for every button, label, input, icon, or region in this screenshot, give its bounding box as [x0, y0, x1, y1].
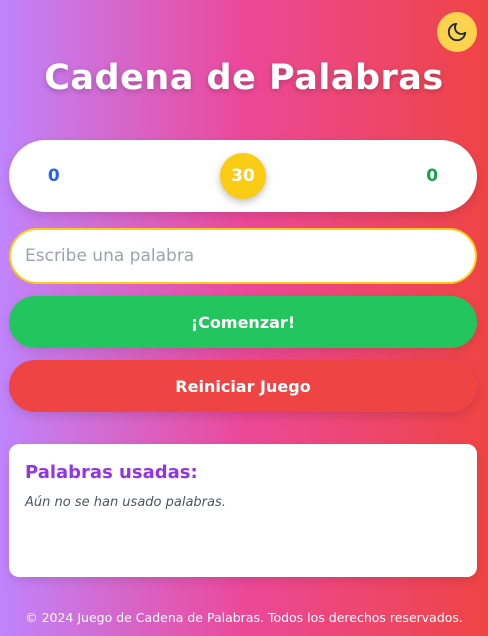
- used-words-empty-message: Aún no se han usado palabras.: [25, 495, 226, 510]
- timer-badge: 30: [220, 153, 266, 199]
- start-button[interactable]: ¡Comenzar!: [9, 296, 477, 348]
- theme-toggle-button[interactable]: [437, 12, 477, 52]
- player1-score: 🐱 0: [21, 166, 60, 186]
- used-words-panel: Palabras usadas: Aún no se han usado pal…: [9, 444, 477, 577]
- player2-score-value: 0: [426, 166, 439, 186]
- moon-icon: [447, 22, 467, 42]
- footer-text: © 2024 Juego de Cadena de Palabras. Todo…: [25, 610, 463, 625]
- used-words-title: Palabras usadas:: [25, 462, 198, 483]
- player2-score: 0 🐱: [426, 166, 465, 186]
- cat-icon: 🐱: [21, 164, 42, 188]
- reset-game-button[interactable]: Reiniciar Juego: [9, 360, 477, 412]
- cat-icon: 🐱: [444, 164, 465, 188]
- word-input[interactable]: [9, 228, 477, 284]
- page-title: Cadena de Palabras: [44, 58, 444, 98]
- player1-score-value: 0: [47, 166, 60, 186]
- scoreboard: 🐱 0 30 0 🐱: [9, 140, 477, 212]
